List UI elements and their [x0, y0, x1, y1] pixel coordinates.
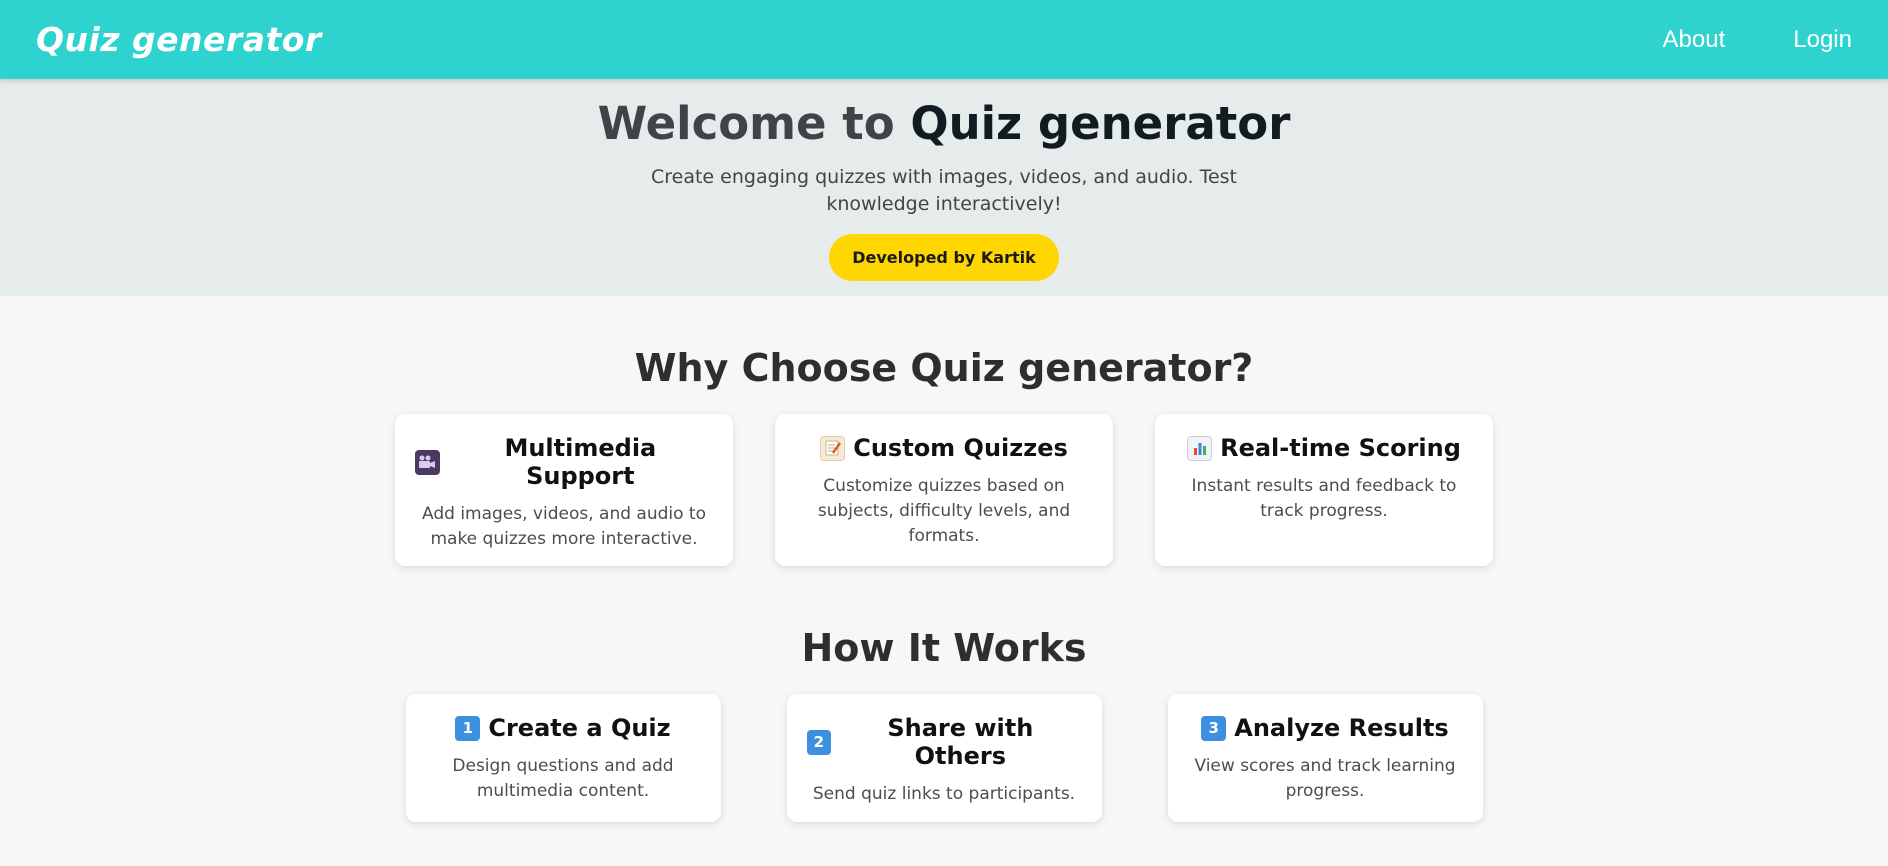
nav-link-about[interactable]: About	[1663, 26, 1726, 54]
keycap-2-icon: 2	[806, 729, 832, 755]
feature-card-desc: Customize quizzes based on subjects, dif…	[817, 476, 1071, 546]
step-card-desc: Design questions and add multimedia cont…	[452, 756, 674, 801]
step-card-title-text: Analyze Results	[1234, 714, 1449, 742]
feature-card-title: Multimedia Support	[415, 434, 713, 490]
step-card-title-text: Share with Others	[887, 714, 1034, 770]
bar-chart-icon	[1187, 435, 1213, 461]
feature-card-desc: Instant results and feedback to track pr…	[1191, 476, 1457, 521]
step-card-title: 2 Share with Others	[806, 714, 1082, 770]
navbar: Quiz generator About Login	[0, 0, 1888, 79]
step-card-title-text: Create a Quiz	[488, 714, 671, 742]
hero-title-accent: Quiz generator	[910, 97, 1291, 150]
feature-card-title: Real-time Scoring	[1175, 434, 1473, 462]
how-it-works-section: How It Works 1 Create a Quiz Design ques…	[0, 566, 1888, 822]
feature-card-custom: Custom Quizzes Customize quizzes based o…	[775, 414, 1113, 566]
memo-icon	[820, 435, 846, 461]
step-card-desc: View scores and track learning progress.	[1194, 756, 1456, 801]
how-it-works-heading: How It Works	[801, 626, 1087, 670]
hero-title: Welcome to Quiz generator	[0, 97, 1888, 150]
step-card-share: 2 Share with Others Send quiz links to p…	[786, 694, 1102, 822]
keycap-1-icon: 1	[455, 715, 481, 741]
step-card-desc: Send quiz links to participants.	[812, 784, 1076, 804]
feature-cards: Multimedia Support Add images, videos, a…	[0, 414, 1888, 566]
hero-section: Welcome to Quiz generator Create engagin…	[0, 79, 1888, 296]
feature-card-title-text: Custom Quizzes	[853, 434, 1068, 462]
step-card-analyze: 3 Analyze Results View scores and track …	[1167, 694, 1483, 822]
step-card-title: 3 Analyze Results	[1188, 714, 1463, 742]
features-section: Why Choose Quiz generator? Multimedia Su…	[0, 296, 1888, 566]
nav-links: About Login	[1663, 26, 1852, 54]
feature-card-title: Custom Quizzes	[795, 434, 1093, 462]
nav-link-login[interactable]: Login	[1793, 26, 1852, 54]
keycap-3-icon: 3	[1201, 715, 1227, 741]
hero-title-prefix: Welcome to	[597, 97, 911, 150]
feature-card-desc: Add images, videos, and audio to make qu…	[422, 504, 706, 549]
step-cards: 1 Create a Quiz Design questions and add…	[0, 694, 1888, 822]
features-heading: Why Choose Quiz generator?	[634, 346, 1254, 390]
step-card-title: 1 Create a Quiz	[426, 714, 701, 742]
brand-logo[interactable]: Quiz generator	[36, 20, 322, 59]
feature-card-title-text: Multimedia Support	[504, 434, 657, 490]
step-card-create: 1 Create a Quiz Design questions and add…	[405, 694, 721, 822]
feature-card-scoring: Real-time Scoring Instant results and fe…	[1155, 414, 1493, 566]
movie-camera-icon	[415, 449, 440, 475]
feature-card-title-text: Real-time Scoring	[1220, 434, 1461, 462]
hero-subtitle: Create engaging quizzes with images, vid…	[650, 166, 1238, 215]
feature-card-multimedia: Multimedia Support Add images, videos, a…	[395, 414, 733, 566]
developer-badge-button[interactable]: Developed by Kartik	[829, 234, 1059, 281]
